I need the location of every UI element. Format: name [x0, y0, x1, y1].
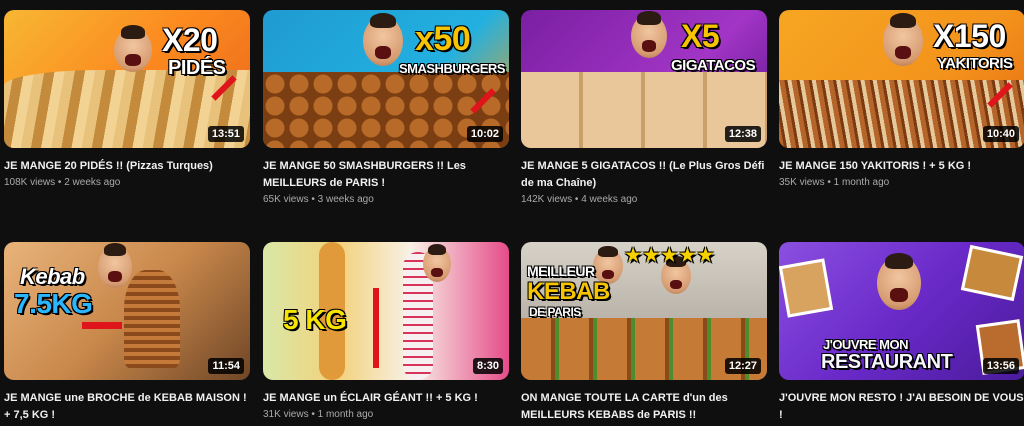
video-duration: 13:56: [982, 358, 1019, 374]
video-title[interactable]: JE MANGE 20 PIDÉS !! (Pizzas Turques): [4, 158, 250, 175]
thumbnail-overlay-subtext: PIDÉS: [168, 57, 226, 79]
video-title[interactable]: JE MANGE 150 YAKITORIS ! + 5 KG !: [779, 158, 1024, 175]
video-meta: 142K views • 4 weeks ago: [521, 194, 638, 205]
thumbnail-overlay-subtext: DE PARIS: [529, 305, 581, 319]
creator-face-image: [363, 13, 403, 66]
video-card[interactable]: X150 YAKITORIS 10:40 JE MANGE 150 YAKITO…: [779, 10, 1024, 188]
video-title[interactable]: JE MANGE un ÉCLAIR GÉANT !! + 5 KG !: [263, 390, 509, 407]
video-card[interactable]: 5 KG 8:30 JE MANGE un ÉCLAIR GÉANT !! + …: [263, 242, 509, 420]
thumbnail-overlay-text: X20: [162, 22, 218, 58]
thumbnail-overlay-text: x50: [415, 20, 471, 58]
upload-age: 4 weeks ago: [581, 194, 638, 205]
thumbnail-overlay-subtext: RESTAURANT: [821, 351, 953, 373]
view-count: 35K views: [779, 177, 825, 188]
upload-age: 1 month ago: [833, 177, 890, 188]
view-count: 65K views: [263, 194, 309, 205]
thumbnail-overlay-text: Kebab: [20, 264, 85, 289]
red-arrow-icon: [373, 288, 379, 368]
star-rating-icon: ★★★★★: [625, 245, 716, 265]
creator-face-image: [631, 11, 667, 58]
view-count: 142K views: [521, 194, 573, 205]
video-thumbnail[interactable]: ★★★★★ MEILLEUR KEBAB DE PARIS 12:27: [521, 242, 767, 380]
video-thumbnail[interactable]: X150 YAKITORIS 10:40: [779, 10, 1024, 148]
video-duration: 10:40: [982, 126, 1019, 142]
video-duration: 12:27: [724, 358, 761, 374]
creator-face-image: [883, 13, 923, 66]
video-meta: 65K views • 3 weeks ago: [263, 194, 374, 205]
video-meta: 35K views • 1 month ago: [779, 177, 890, 188]
video-title[interactable]: J'OUVRE MON RESTO ! J'AI BESOIN DE VOUS …: [779, 390, 1024, 424]
creator-face-image: [877, 252, 921, 310]
view-count: 108K views: [4, 177, 56, 188]
upload-age: 1 month ago: [317, 409, 374, 420]
video-title[interactable]: ON MANGE TOUTE LA CARTE d'un des MEILLEU…: [521, 390, 767, 424]
video-title[interactable]: JE MANGE une BROCHE de KEBAB MAISON ! + …: [4, 390, 250, 424]
video-title[interactable]: JE MANGE 5 GIGATACOS !! (Le Plus Gros Dé…: [521, 158, 767, 192]
video-card[interactable]: X5 GIGATACOS 12:38 JE MANGE 5 GIGATACOS …: [521, 10, 767, 205]
thumbnail-overlay-subtext: YAKITORIS: [937, 55, 1013, 72]
video-thumbnail[interactable]: 5 KG 8:30: [263, 242, 509, 380]
video-duration: 12:38: [724, 126, 761, 142]
creator-face-image: [423, 243, 451, 282]
thumbnail-overlay-subtext: GIGATACOS: [671, 57, 756, 74]
video-meta: 108K views • 2 weeks ago: [4, 177, 121, 188]
video-duration: 11:54: [208, 358, 244, 374]
thumbnail-overlay-subtext: KEBAB: [527, 278, 610, 305]
thumbnail-overlay-text: X5: [681, 18, 720, 54]
video-card[interactable]: Kebab 7.5KG 11:54 JE MANGE une BROCHE de…: [4, 242, 250, 426]
creator-face-image: [114, 25, 152, 72]
video-duration: 10:02: [466, 126, 503, 142]
upload-age: 3 weeks ago: [317, 194, 374, 205]
thumbnail-overlay-subtext: SMASHBURGERS: [399, 61, 505, 76]
thumbnail-overlay-text: 5 KG: [283, 304, 347, 335]
thumbnail-overlay-text: X150: [933, 18, 1006, 54]
video-thumbnail[interactable]: X5 GIGATACOS 12:38: [521, 10, 767, 148]
red-arrow-icon: [82, 322, 122, 329]
video-card[interactable]: X20 PIDÉS 13:51 JE MANGE 20 PIDÉS !! (Pi…: [4, 10, 250, 188]
video-card[interactable]: ★★★★★ MEILLEUR KEBAB DE PARIS 12:27 ON M…: [521, 242, 767, 426]
thumbnail-overlay-text: MEILLEUR: [527, 263, 595, 279]
video-title[interactable]: JE MANGE 50 SMASHBURGERS !! Les MEILLEUR…: [263, 158, 509, 192]
view-count: 31K views: [263, 409, 309, 420]
video-meta: 31K views • 1 month ago: [263, 409, 374, 420]
video-thumbnail[interactable]: x50 SMASHBURGERS 10:02: [263, 10, 509, 148]
video-card[interactable]: x50 SMASHBURGERS 10:02 JE MANGE 50 SMASH…: [263, 10, 509, 205]
upload-age: 2 weeks ago: [64, 177, 121, 188]
thumbnail-overlay-text: J'OUVRE MON: [823, 337, 909, 352]
video-duration: 13:51: [207, 126, 244, 142]
video-card[interactable]: J'OUVRE MON RESTAURANT 13:56 J'OUVRE MON…: [779, 242, 1024, 426]
creator-face-image: [98, 243, 132, 288]
thumbnail-overlay-subtext: 7.5KG: [14, 288, 93, 319]
video-thumbnail[interactable]: Kebab 7.5KG 11:54: [4, 242, 250, 380]
video-thumbnail[interactable]: X20 PIDÉS 13:51: [4, 10, 250, 148]
video-thumbnail[interactable]: J'OUVRE MON RESTAURANT 13:56: [779, 242, 1024, 380]
video-duration: 8:30: [472, 358, 503, 374]
